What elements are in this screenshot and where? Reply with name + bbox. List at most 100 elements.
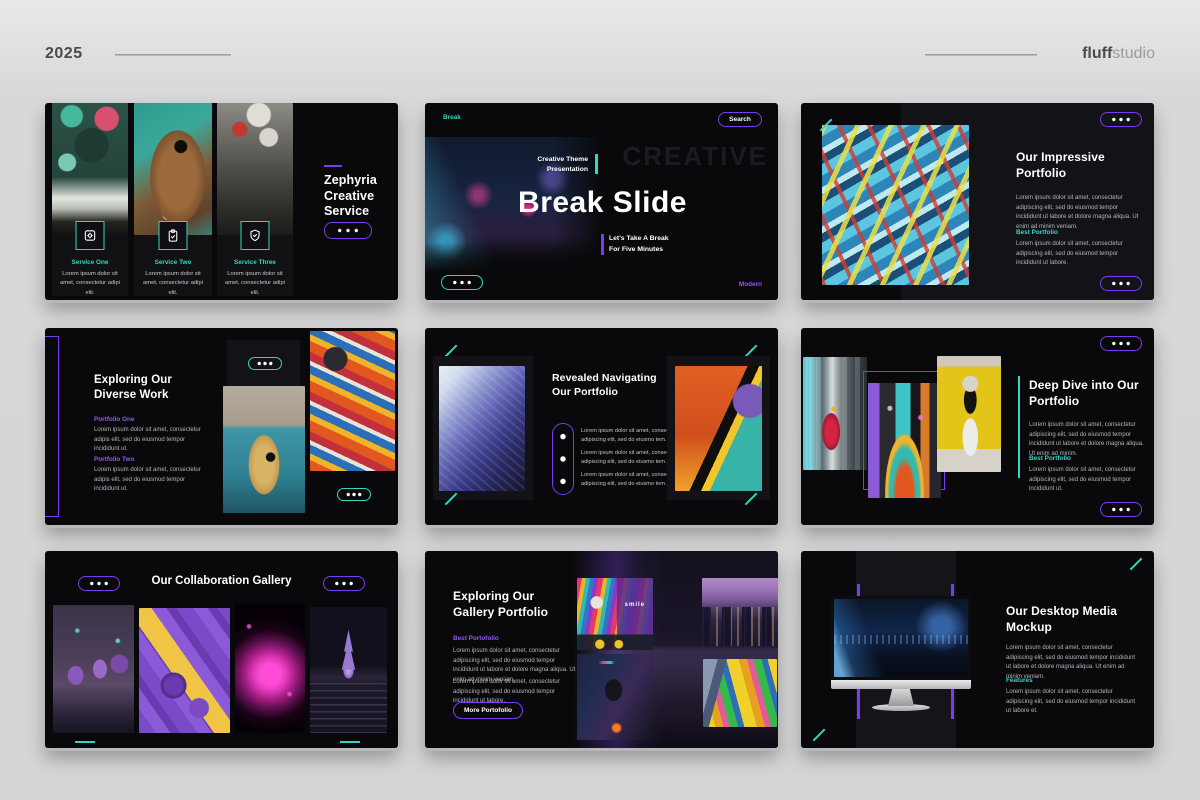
brand-logo: fluffstudio <box>1082 45 1155 63</box>
monitor-screen <box>831 596 971 680</box>
slide-subtitle: Let's Take A BreakFor Five Minutes <box>609 234 669 255</box>
slide-diverse-work: Exploring Our Diverse Work Portfolio One… <box>45 328 398 525</box>
desktop-monitor-mockup <box>831 596 971 711</box>
photo-squirrel-mural <box>134 103 212 235</box>
kicker-text: Creative ThemePresentation <box>485 155 588 175</box>
gear-icon <box>76 221 105 250</box>
photo-graffiti-alley <box>217 103 293 235</box>
photo-caption: smile <box>625 602 645 608</box>
slide-title: Exploring Our Gallery Portfolio <box>453 589 575 620</box>
photo-red-scooter <box>803 357 867 470</box>
dots-pill[interactable] <box>1100 336 1142 351</box>
dots-pill[interactable] <box>1100 112 1142 127</box>
accent-slash <box>813 729 826 742</box>
body-paragraph: Lorem ipsum dolor sit amet, consectetur … <box>1016 194 1144 233</box>
slide-deep-dive: Deep Dive into Our Portfolio Lorem ipsum… <box>801 328 1154 525</box>
photo-supertrees <box>53 605 134 733</box>
service-desc: Lorem ipsum dolor sit amet, consectetur … <box>57 270 123 298</box>
accent-underline <box>340 741 360 743</box>
slide-desktop-mockup: Our Desktop Media Mockup Lorem ipsum dol… <box>801 551 1154 748</box>
photo-smile-mural: smile <box>577 578 653 650</box>
year-label: 2025 <box>45 45 83 63</box>
slide-gallery-portfolio: Exploring Our Gallery Portfolio Best Por… <box>425 551 778 748</box>
photo-motorcyclist <box>577 654 653 740</box>
photo-abstract-3d <box>139 608 230 733</box>
page: { "header": { "year": "2025", "brand_bol… <box>0 0 1200 800</box>
photo-graffiti-wall <box>822 125 969 285</box>
dots-pill[interactable] <box>1100 276 1142 291</box>
photo-angular-graffiti <box>675 366 762 491</box>
accent-underline <box>75 741 95 743</box>
body-paragraph: Lorem ipsum dolor sit amet, consectetur … <box>94 426 212 455</box>
slide-collaboration-gallery: Our Collaboration Gallery <box>45 551 398 748</box>
photo-magenta-flower <box>235 603 305 733</box>
photo-cartoon-mural <box>223 386 305 513</box>
accent-bar-teal <box>1018 376 1020 478</box>
list-item: Lorem ipsum dolor sit amet, consect adip… <box>581 471 675 489</box>
photo-graffiti-letters <box>703 659 777 727</box>
list-item: Lorem ipsum dolor sit amet, consect adip… <box>581 427 675 445</box>
service-card: Service One Lorem ipsum dolor sit amet, … <box>52 103 128 296</box>
slide-title: Zephyria Creative Service <box>324 173 396 220</box>
search-button[interactable]: Search <box>718 112 762 127</box>
ghost-text: CREATIVE <box>622 141 768 172</box>
accent-bar-purple <box>601 234 604 255</box>
menu-label: Break <box>443 114 461 121</box>
more-portfolio-button[interactable]: More Portofolio <box>453 702 523 719</box>
slide-title: Exploring Our Diverse Work <box>94 373 206 403</box>
monitor-chin <box>831 680 971 689</box>
shield-check-icon <box>241 221 270 250</box>
slide-revealed-portfolio: Revealed Navigating Our Portfolio Lorem … <box>425 328 778 525</box>
photo-painted-guitars <box>868 383 941 498</box>
slide-title: Deep Dive into Our Portfolio <box>1029 378 1149 409</box>
photo-blue-bridge-wallpaper <box>834 599 968 677</box>
slide-services: Service One Lorem ipsum dolor sit amet, … <box>45 103 398 300</box>
body-paragraph: Lorem ipsum dolor sit amet, consectetur … <box>1006 688 1136 717</box>
slide-title: Our Impressive Portfolio <box>1016 150 1126 181</box>
body-paragraph: Lorem ipsum dolor sit amet, consectetur … <box>1029 466 1151 495</box>
service-label: Service Three <box>217 259 293 266</box>
service-card: Service Three Lorem ipsum dolor sit amet… <box>217 103 293 296</box>
subheading: Best Portofolio <box>453 635 499 642</box>
photo-colorful-graffiti <box>310 331 395 471</box>
list-item: Lorem ipsum dolor sit amet, consect adip… <box>581 449 675 467</box>
body-paragraph: Lorem ipsum dolor sit amet, consectetur … <box>94 466 212 495</box>
header-divider-left <box>115 54 231 56</box>
monitor-stand <box>888 689 914 706</box>
header-divider-right <box>925 54 1037 56</box>
slide-title: Break Slide <box>480 186 725 220</box>
body-paragraph: Lorem ipsum dolor sit amet, consectetur … <box>1016 240 1144 269</box>
dots-pill[interactable] <box>337 488 371 501</box>
service-desc: Lorem ipsum dolor sit amet, consectetur … <box>139 270 207 298</box>
accent-bar-teal <box>595 154 598 174</box>
dots-pill[interactable] <box>441 275 483 290</box>
accent-slash <box>1130 558 1143 571</box>
list-bullet-capsule <box>552 423 574 495</box>
service-desc: Lorem ipsum dolor sit amet, consectetur … <box>222 270 288 298</box>
subheading: Portfolio Two <box>94 456 134 463</box>
slide-title: Revealed Navigating Our Portfolio <box>552 372 664 399</box>
accent-dash <box>324 165 342 167</box>
photo-tree-island <box>310 607 387 733</box>
slide-title: Our Desktop Media Mockup <box>1006 604 1118 635</box>
service-card: Service Two Lorem ipsum dolor sit amet, … <box>134 103 212 296</box>
brand-light: studio <box>1112 45 1155 62</box>
service-label: Service Two <box>134 259 212 266</box>
dots-pill[interactable] <box>323 576 365 591</box>
slide-impressive-portfolio: Our Impressive Portfolio Lorem ipsum dol… <box>801 103 1154 300</box>
slide-break: Break Search CREATIVE Creative ThemePres… <box>425 103 778 300</box>
subheading: Portfolio One <box>94 416 134 423</box>
corner-label: Modern <box>739 281 762 288</box>
dots-pill[interactable] <box>324 222 372 239</box>
photo-skyscraper <box>439 366 525 491</box>
service-label: Service One <box>52 259 128 266</box>
photo-city-skyline <box>702 578 778 646</box>
subheading: Features <box>1006 677 1033 684</box>
subheading: Best Portfolio <box>1029 455 1071 462</box>
dots-pill[interactable] <box>1100 502 1142 517</box>
photo-street-art-collage <box>52 103 128 235</box>
accent-bracket <box>45 336 59 517</box>
brand-bold: fluff <box>1082 45 1112 62</box>
photo-yellow-wall-mural <box>937 356 1001 472</box>
dots-pill[interactable] <box>248 357 282 370</box>
